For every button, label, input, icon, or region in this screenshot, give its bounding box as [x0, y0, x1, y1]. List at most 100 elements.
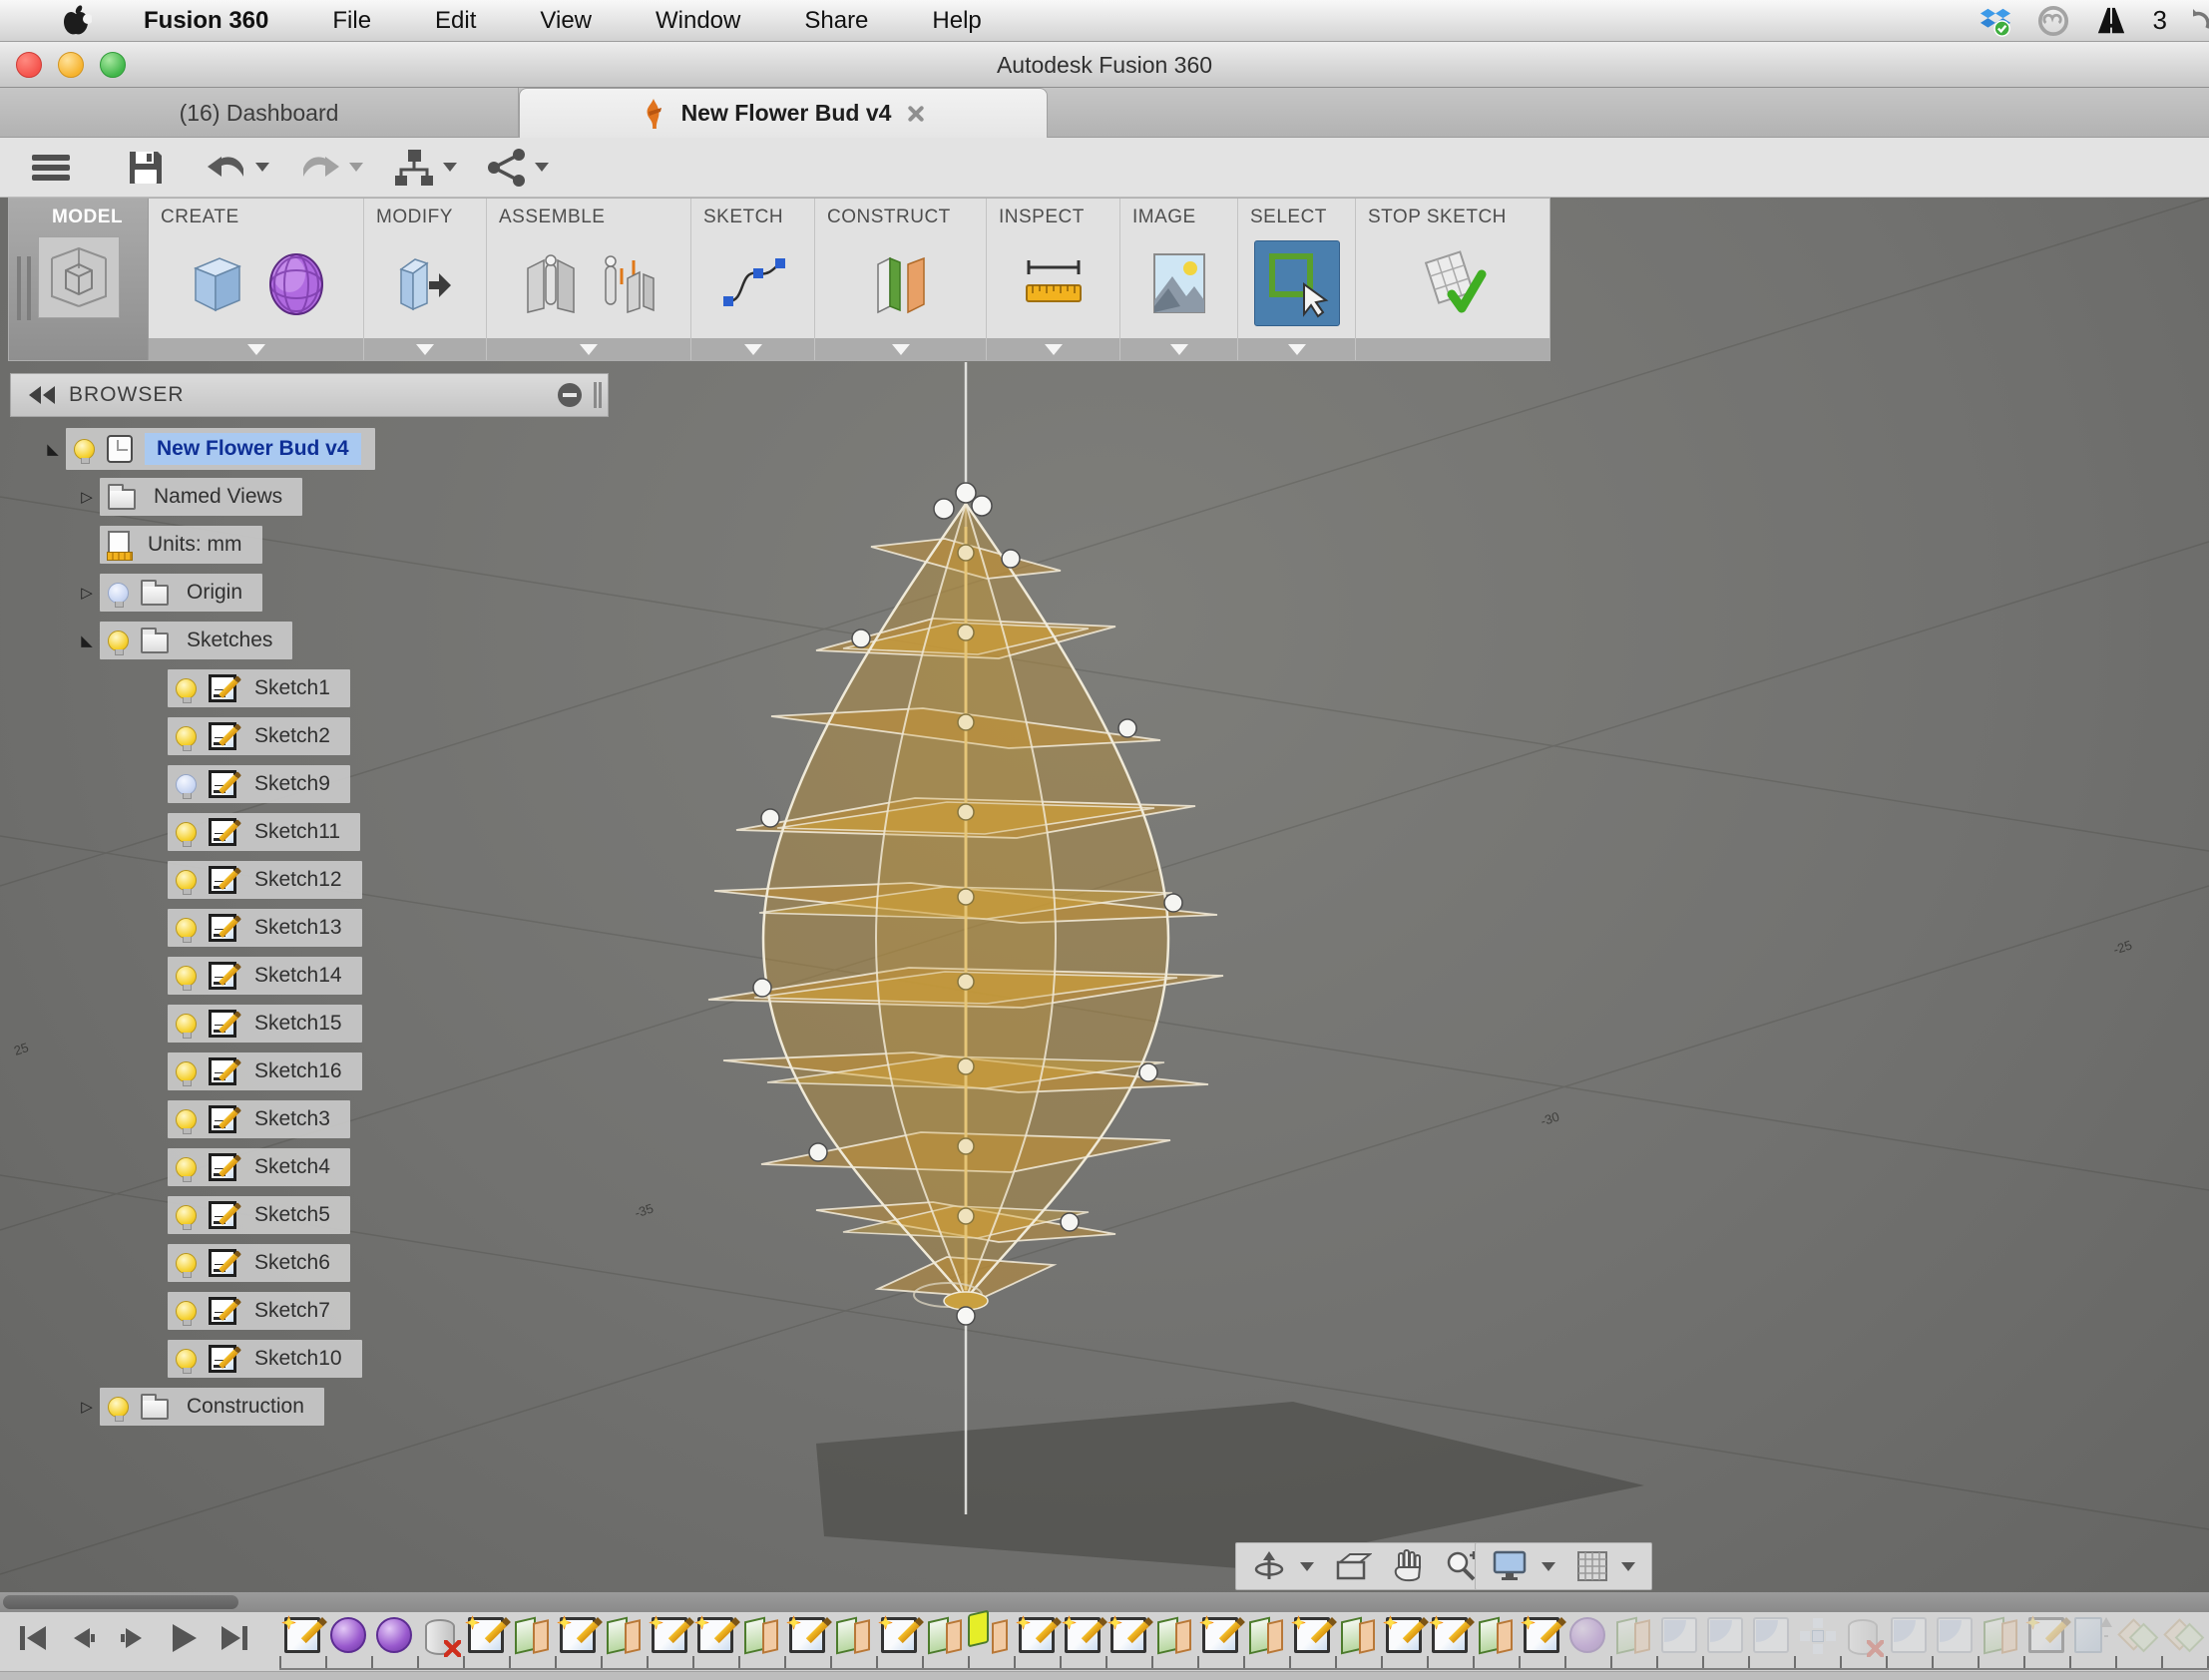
menu-share[interactable]: Share	[804, 7, 868, 35]
timeline-item-sketch[interactable]	[786, 1615, 825, 1653]
tab-close-icon[interactable]	[905, 104, 925, 124]
menu-window[interactable]: Window	[656, 7, 740, 35]
timeline-item-sketch[interactable]	[1199, 1615, 1238, 1653]
browser-row[interactable]: Sketch4	[10, 1143, 609, 1191]
timeline-item-sketch[interactable]	[1383, 1615, 1422, 1653]
modify-dropdown[interactable]	[364, 338, 486, 360]
browser-row[interactable]: Sketch1	[10, 664, 609, 712]
visibility-bulb-on-icon[interactable]	[108, 1396, 129, 1422]
timeline-item-plane[interactable]	[743, 1617, 779, 1653]
timeline-item-plane[interactable]	[1340, 1617, 1376, 1653]
visibility-bulb-on-icon[interactable]	[176, 1300, 197, 1326]
expander-open-icon[interactable]: ◣	[74, 631, 100, 649]
timeline-scrollbar-thumb[interactable]	[3, 1595, 238, 1609]
browser-row-label[interactable]: Sketch9	[248, 770, 336, 798]
browser-row-label[interactable]: Origin	[181, 579, 248, 607]
assemble-dropdown[interactable]	[487, 338, 690, 360]
browser-row-label[interactable]: Sketch4	[248, 1153, 336, 1181]
browser-row[interactable]: Sketch3	[10, 1095, 609, 1143]
timeline-item-loft[interactable]	[2120, 1617, 2156, 1653]
inspect-dropdown[interactable]	[987, 338, 1119, 360]
attached-canvas-icon[interactable]	[1150, 250, 1208, 316]
browser-row[interactable]: Sketch11	[10, 808, 609, 856]
browser-row[interactable]: ◣ New Flower Bud v4	[10, 425, 609, 473]
share-icon[interactable]	[487, 148, 527, 188]
play-icon[interactable]	[166, 1620, 202, 1656]
create-box-icon[interactable]	[186, 250, 247, 316]
timeline-item-sketch[interactable]	[1429, 1615, 1468, 1653]
timeline-item-sketch[interactable]	[281, 1615, 320, 1653]
hamburger-menu-icon[interactable]	[28, 151, 74, 185]
orbit-dropdown-caret[interactable]	[1300, 1561, 1314, 1571]
ribbon-grip[interactable]	[17, 256, 31, 320]
timeline-item-sketch[interactable]	[2025, 1615, 2064, 1653]
timeline-item-sphere[interactable]	[376, 1617, 412, 1653]
browser-row-label[interactable]: Sketch2	[248, 722, 336, 750]
timeline-item-cyl[interactable]	[425, 1619, 461, 1657]
menu-view[interactable]: View	[540, 7, 592, 35]
adobe-icon[interactable]	[2095, 5, 2127, 37]
step-forward-icon[interactable]	[116, 1621, 150, 1655]
timeline-item-fillet[interactable]	[1707, 1617, 1743, 1653]
timeline-item-sphere[interactable]	[330, 1617, 366, 1653]
orbit-icon[interactable]	[1252, 1549, 1286, 1583]
browser-row-label[interactable]: Sketch13	[248, 914, 348, 942]
undo-icon[interactable]	[206, 149, 247, 187]
browser-row[interactable]: Sketch9	[10, 760, 609, 808]
go-to-end-icon[interactable]	[218, 1621, 251, 1655]
timeline-item-sketch[interactable]	[1062, 1615, 1101, 1653]
window-titlebar[interactable]: Autodesk Fusion 360	[0, 42, 2209, 88]
workspace-switcher[interactable]: MODEL	[9, 199, 149, 360]
hierarchy-icon[interactable]	[393, 148, 435, 188]
tab-dashboard[interactable]: (16) Dashboard	[0, 88, 519, 138]
redo-icon[interactable]	[299, 149, 341, 187]
browser-row[interactable]: Sketch12	[10, 856, 609, 904]
grid-dropdown-caret[interactable]	[1621, 1561, 1635, 1571]
timeline-item-move[interactable]	[1799, 1617, 1835, 1653]
timeline-item-fillet[interactable]	[1753, 1617, 1789, 1653]
timeline-item-fillet[interactable]	[1891, 1617, 1927, 1653]
select-dropdown[interactable]	[1238, 338, 1355, 360]
browser-row[interactable]: Sketch15	[10, 1000, 609, 1048]
browser-row-label[interactable]: Sketch11	[248, 818, 346, 846]
timeline-item-sphere[interactable]	[1569, 1617, 1605, 1653]
timeline-item-sketch[interactable]	[878, 1615, 917, 1653]
joint-icon[interactable]	[522, 250, 580, 316]
visibility-bulb-on-icon[interactable]	[176, 1060, 197, 1086]
browser-row[interactable]: Sketch5	[10, 1191, 609, 1239]
pan-icon[interactable]	[1392, 1549, 1424, 1583]
browser-row[interactable]: Sketch6	[10, 1239, 609, 1287]
browser-row-label[interactable]: Sketch14	[248, 962, 348, 990]
visibility-bulb-on-icon[interactable]	[176, 1348, 197, 1374]
display-settings-icon[interactable]	[1492, 1549, 1530, 1583]
stop-sketch-icon[interactable]	[1418, 250, 1488, 316]
timeline-item-plane[interactable]	[927, 1617, 963, 1653]
panel-grip-icon[interactable]	[594, 382, 602, 408]
hierarchy-dropdown-caret[interactable]	[443, 163, 457, 172]
visibility-bulb-on-icon[interactable]	[176, 677, 197, 703]
dropbox-icon[interactable]	[1980, 5, 2011, 37]
sketch-spline-icon[interactable]	[720, 253, 786, 313]
expander-open-icon[interactable]: ◣	[40, 440, 66, 458]
construct-dropdown[interactable]	[815, 338, 986, 360]
visibility-bulb-on-icon[interactable]	[176, 869, 197, 895]
sketch-dropdown[interactable]	[691, 338, 814, 360]
timeline-item-plane[interactable]	[973, 1617, 1009, 1653]
viewport[interactable]: -25 -30 -35 25 MODEL CREATE MODIFY ASSEM…	[0, 198, 2209, 1592]
visibility-bulb-on-icon[interactable]	[176, 1204, 197, 1230]
select-tool-active[interactable]	[1253, 240, 1340, 326]
browser-row-label[interactable]: New Flower Bud v4	[145, 433, 361, 465]
go-to-start-icon[interactable]	[16, 1621, 50, 1655]
visibility-bulb-on-icon[interactable]	[176, 917, 197, 943]
visibility-bulb-on-icon[interactable]	[176, 725, 197, 751]
visibility-bulb-on-icon[interactable]	[176, 1108, 197, 1134]
visibility-bulb-on-icon[interactable]	[176, 1013, 197, 1039]
timeline-item-extrude[interactable]	[2074, 1617, 2112, 1653]
browser-row-label[interactable]: Sketch3	[248, 1105, 336, 1133]
browser-row[interactable]: Sketch7	[10, 1287, 609, 1335]
timeline-item-plane[interactable]	[835, 1617, 871, 1653]
create-sphere-icon[interactable]	[265, 250, 327, 316]
browser-row-label[interactable]: Sketch16	[248, 1057, 348, 1085]
browser-row[interactable]: Units: mm	[10, 521, 609, 569]
browser-header[interactable]: BROWSER	[10, 373, 609, 417]
